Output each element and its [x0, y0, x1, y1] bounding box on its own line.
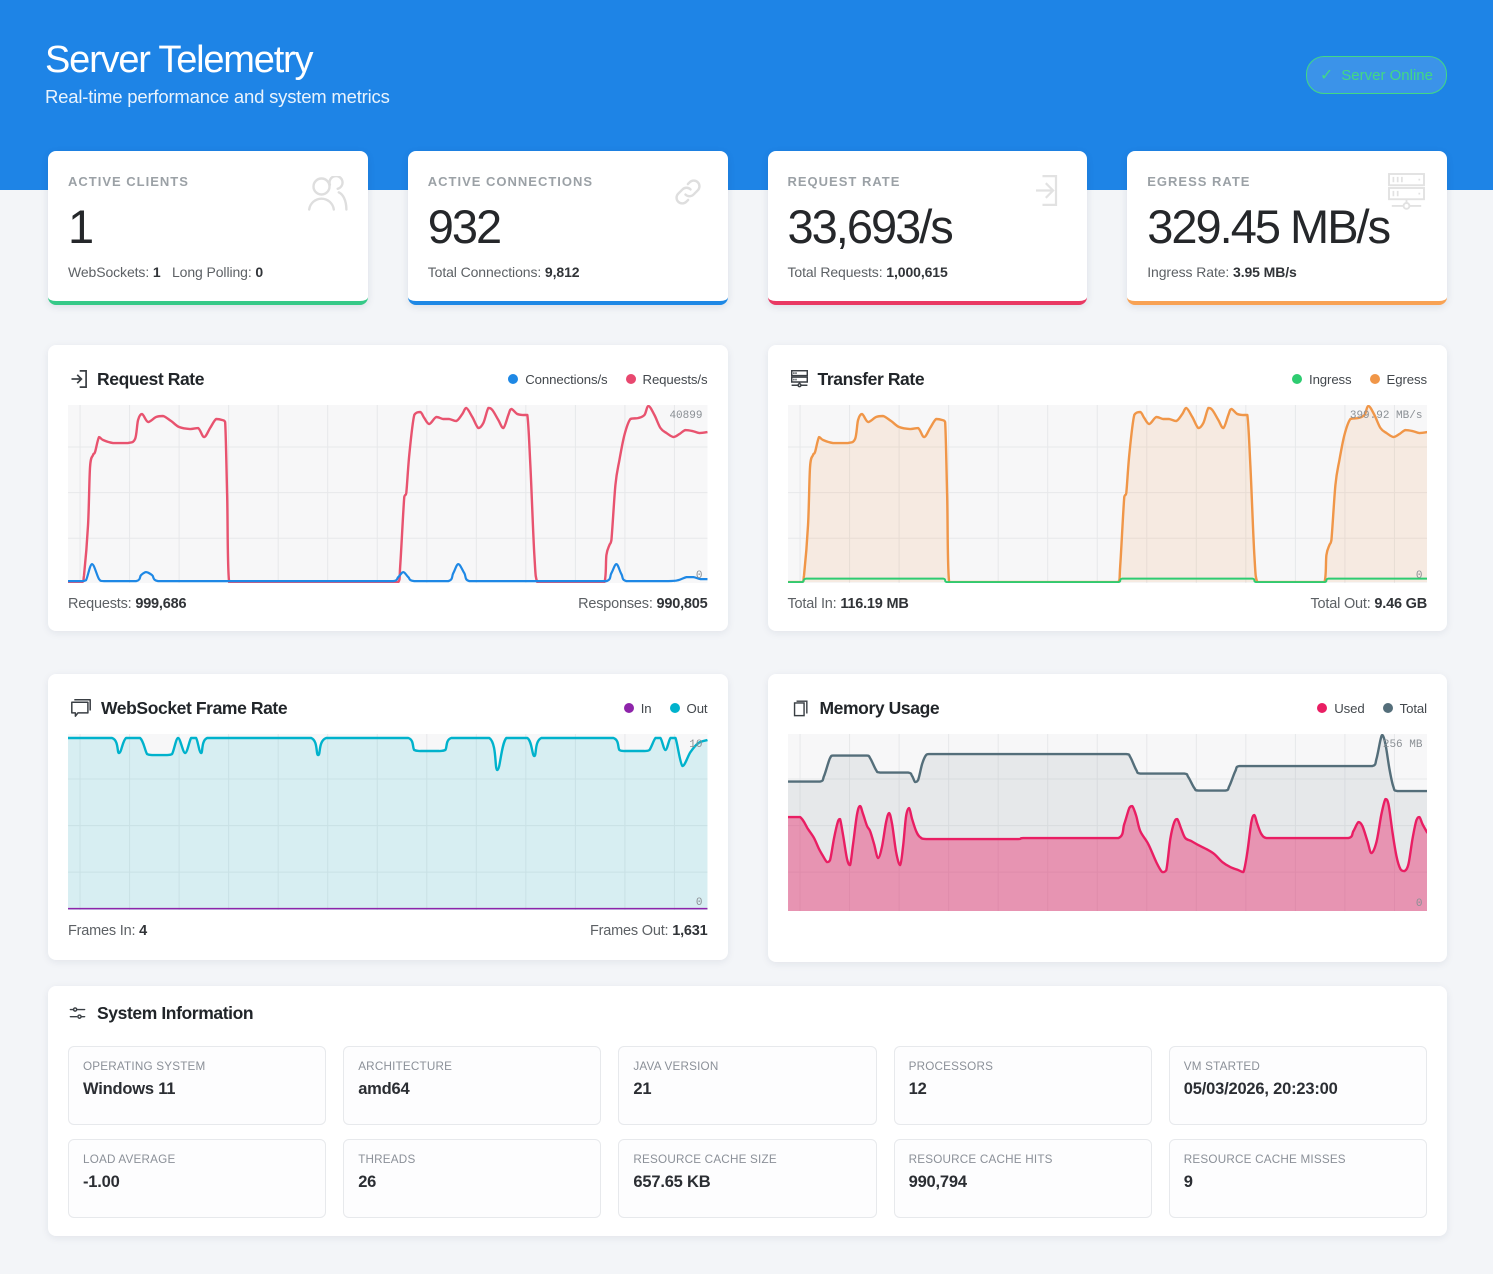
- svg-text:40899: 40899: [669, 410, 702, 422]
- svg-text:0: 0: [1415, 570, 1422, 582]
- svg-text:0: 0: [1415, 898, 1422, 910]
- svg-text:10: 10: [689, 739, 702, 751]
- svg-text:0: 0: [696, 570, 703, 582]
- svg-text:399.92 MB/s: 399.92 MB/s: [1349, 410, 1422, 422]
- svg-text:256 MB: 256 MB: [1382, 739, 1422, 751]
- svg-text:0: 0: [696, 897, 703, 909]
